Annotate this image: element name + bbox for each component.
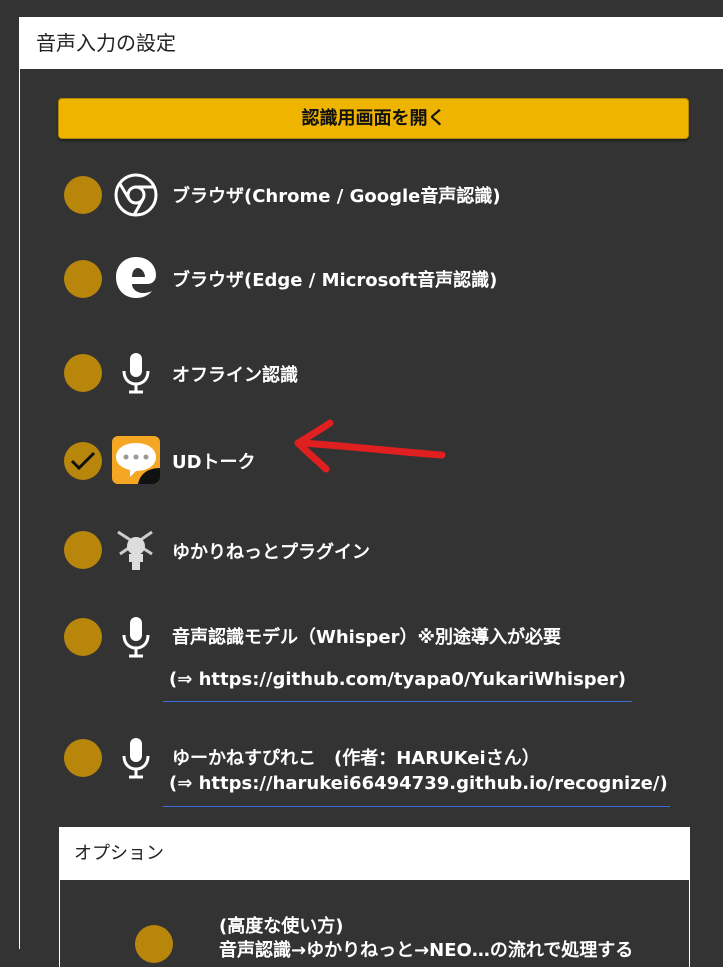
yukanesupireko-link[interactable]: (⇒ https://harukei66494739.github.io/rec… bbox=[169, 773, 668, 794]
option-chrome[interactable]: ブラウザ(Chrome / Google音声認識) bbox=[20, 165, 723, 225]
option-label: ブラウザ(Chrome / Google音声認識) bbox=[172, 186, 501, 207]
annotation-arrow-icon bbox=[294, 419, 446, 473]
option-label: ゆかりねっとプラグイン bbox=[172, 542, 370, 563]
advanced-usage-text: (高度な使い方) 音声認識→ゆかりねっと→NEO…の流れで処理する bbox=[219, 915, 633, 963]
advanced-usage-line1: (高度な使い方) bbox=[219, 916, 344, 937]
yukarinette-plugin-icon bbox=[117, 530, 153, 570]
options-section-title: オプション bbox=[60, 828, 689, 880]
radio-advanced[interactable] bbox=[135, 925, 173, 963]
radio-yukarinette-plugin[interactable] bbox=[64, 531, 102, 569]
panel-title: 音声入力の設定 bbox=[20, 17, 723, 69]
voice-input-settings-panel: 音声入力の設定 認識用画面を開く ブラウザ(Chrome / Google音声認… bbox=[19, 17, 723, 967]
chrome-icon bbox=[114, 173, 158, 217]
option-edge[interactable]: ブラウザ(Edge / Microsoft音声認識) bbox=[20, 249, 723, 309]
options-section: オプション (高度な使い方) 音声認識→ゆかりねっと→NEO…の流れで処理する bbox=[59, 827, 690, 967]
whisper-link-underline bbox=[163, 701, 632, 702]
option-yukarinette-plugin[interactable]: ゆかりねっとプラグイン bbox=[20, 520, 723, 580]
option-label: 音声認識モデル（Whisper）※別途導入が必要 bbox=[172, 627, 562, 648]
radio-udtalk[interactable] bbox=[64, 442, 102, 480]
option-label: オフライン認識 bbox=[172, 365, 298, 386]
option-offline[interactable]: オフライン認識 bbox=[20, 343, 723, 403]
yukanesupireko-link-underline bbox=[163, 806, 670, 807]
radio-offline[interactable] bbox=[64, 354, 102, 392]
radio-yukanesupireko[interactable] bbox=[64, 739, 102, 777]
radio-edge[interactable] bbox=[64, 260, 102, 298]
checkmark-icon bbox=[70, 451, 96, 471]
option-yukanesupireko[interactable]: ゆーかねすぴれこ (作者：HARUKeiさん） (⇒ https://haruk… bbox=[20, 728, 723, 794]
option-label: ブラウザ(Edge / Microsoft音声認識) bbox=[172, 270, 498, 291]
advanced-usage-line2: 音声認識→ゆかりねっと→NEO…の流れで処理する bbox=[219, 940, 634, 961]
radio-chrome[interactable] bbox=[64, 176, 102, 214]
microphone-icon bbox=[122, 617, 150, 658]
open-recognition-screen-button[interactable]: 認識用画面を開く bbox=[58, 98, 689, 139]
udtalk-icon bbox=[112, 436, 160, 484]
option-label: ゆーかねすぴれこ (作者：HARUKeiさん） bbox=[172, 748, 540, 769]
whisper-link[interactable]: (⇒ https://github.com/tyapa0/YukariWhisp… bbox=[169, 669, 626, 690]
option-label: UDトーク bbox=[172, 452, 256, 473]
radio-whisper[interactable] bbox=[64, 618, 102, 656]
option-whisper[interactable]: 音声認識モデル（Whisper）※別途導入が必要 (⇒ https://gith… bbox=[20, 607, 723, 690]
edge-icon bbox=[116, 257, 156, 298]
microphone-icon bbox=[122, 353, 150, 394]
microphone-icon bbox=[122, 738, 150, 779]
